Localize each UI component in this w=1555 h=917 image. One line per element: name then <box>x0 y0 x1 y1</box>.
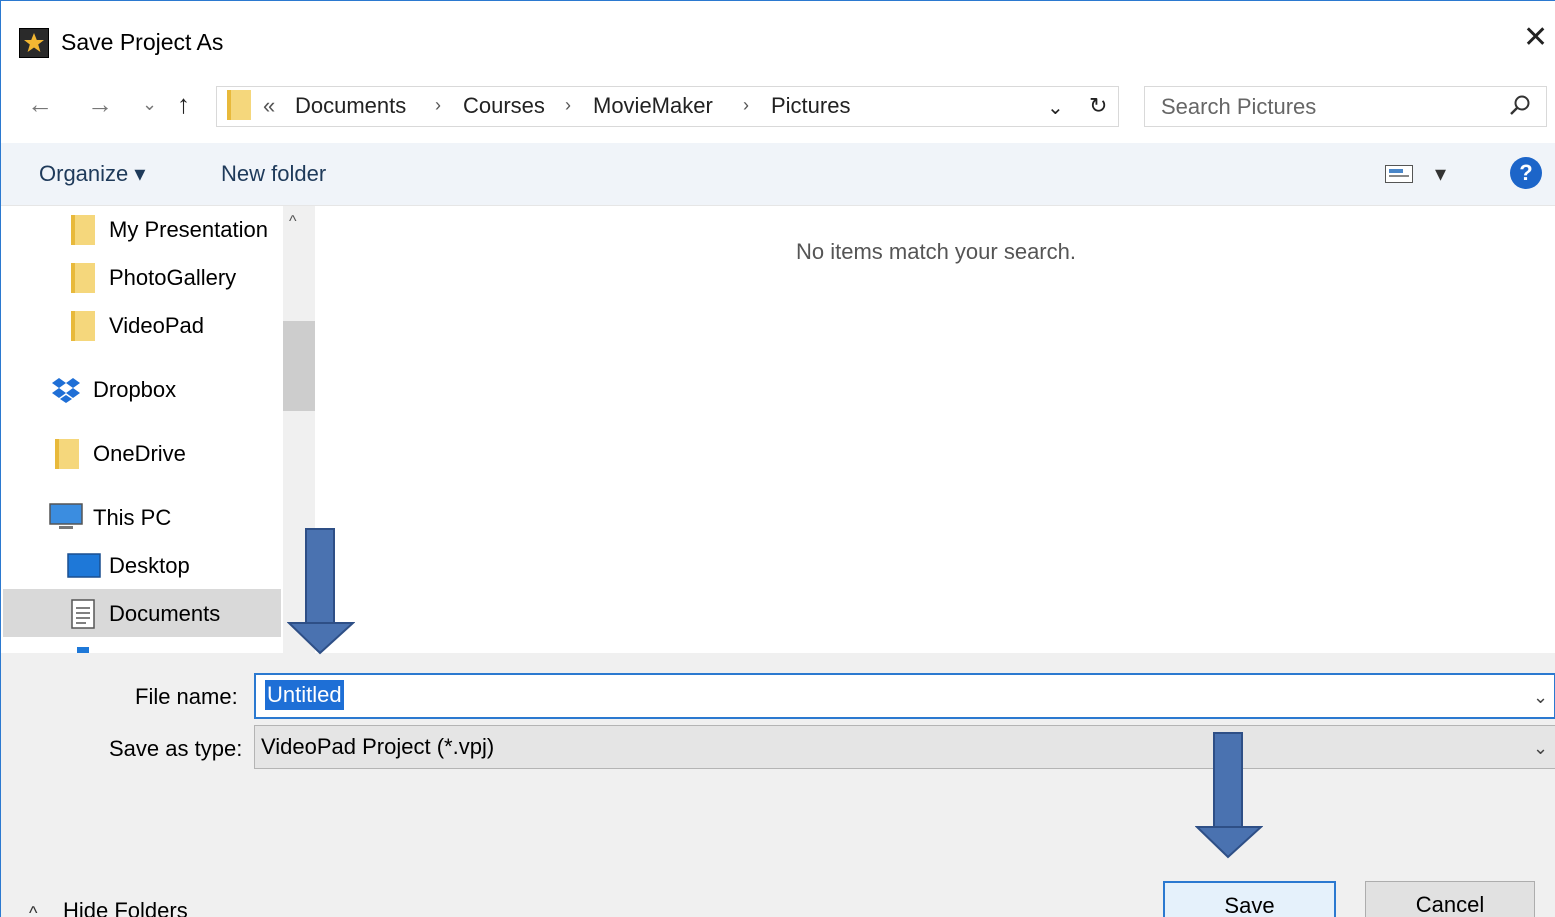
help-icon[interactable]: ? <box>1510 157 1542 189</box>
save-as-type-dropdown-icon[interactable]: ⌄ <box>1533 738 1548 759</box>
hide-folders-chevron-icon[interactable]: ^ <box>29 903 37 917</box>
sidebar-item-this-pc[interactable]: This PC <box>93 505 171 531</box>
sidebar-item-my-presentation[interactable]: My Presentation <box>109 217 268 243</box>
breadcrumb-documents[interactable]: Documents <box>295 93 406 119</box>
folder-icon <box>55 439 79 469</box>
folder-icon <box>71 215 95 245</box>
scrollbar-thumb[interactable] <box>283 321 315 411</box>
recent-locations-chevron-icon[interactable]: ⌄ <box>142 95 157 113</box>
folder-icon <box>227 90 251 120</box>
annotation-arrow-icon <box>1195 732 1263 859</box>
search-placeholder: Search Pictures <box>1161 94 1317 119</box>
view-options-dropdown-icon[interactable]: ▾ <box>1435 161 1446 187</box>
back-arrow-icon[interactable]: ← <box>27 91 53 117</box>
sidebar-item-photogallery[interactable]: PhotoGallery <box>109 265 236 291</box>
computer-icon <box>49 503 83 529</box>
app-star-icon <box>19 28 49 58</box>
sidebar-item-videopad[interactable]: VideoPad <box>109 313 204 339</box>
save-dialog: Save Project As ✕ ← → ⌄ ↑ « Documents › … <box>0 0 1555 917</box>
file-name-input[interactable] <box>254 673 1555 719</box>
folder-icon <box>71 311 95 341</box>
breadcrumb-moviemaker[interactable]: MovieMaker <box>593 93 713 119</box>
organize-button[interactable]: Organize ▾ <box>39 161 145 187</box>
file-name-value[interactable]: Untitled <box>265 680 344 710</box>
cancel-button[interactable]: Cancel <box>1365 881 1535 917</box>
save-as-type-label: Save as type: <box>109 736 243 761</box>
sidebar-item-desktop[interactable]: Desktop <box>109 553 190 579</box>
sidebar-item-onedrive[interactable]: OneDrive <box>93 441 186 467</box>
breadcrumb-courses[interactable]: Courses <box>463 93 545 119</box>
refresh-icon[interactable]: ↻ <box>1089 93 1107 119</box>
file-name-dropdown-icon[interactable]: ⌄ <box>1533 687 1548 708</box>
close-icon[interactable]: ✕ <box>1523 23 1548 53</box>
dropbox-icon <box>52 378 80 403</box>
change-view-icon[interactable] <box>1385 165 1413 183</box>
title-bar <box>1 1 1555 83</box>
sidebar-item-dropbox[interactable]: Dropbox <box>93 377 176 403</box>
scroll-up-icon[interactable]: ^ <box>289 213 297 231</box>
hide-folders-button[interactable]: Hide Folders <box>63 898 188 917</box>
empty-list-message: No items match your search. <box>796 239 1076 264</box>
up-arrow-icon[interactable]: ↑ <box>177 91 190 117</box>
breadcrumb-separator-icon[interactable]: › <box>565 95 571 116</box>
forward-arrow-icon[interactable]: → <box>87 91 113 117</box>
save-as-type-value[interactable]: VideoPad Project (*.vpj) <box>261 734 494 760</box>
file-name-label: File name: <box>135 684 238 709</box>
breadcrumb-separator-icon[interactable]: › <box>743 95 749 116</box>
new-folder-button[interactable]: New folder <box>221 161 326 187</box>
file-list-area[interactable] <box>321 206 1555 653</box>
search-icon[interactable] <box>1509 94 1531 116</box>
folder-icon <box>71 263 95 293</box>
breadcrumb-overflow[interactable]: « <box>263 93 275 119</box>
window-title: Save Project As <box>61 29 224 55</box>
breadcrumb-separator-icon[interactable]: › <box>435 95 441 116</box>
annotation-arrow-icon <box>287 528 355 655</box>
save-button[interactable]: Save <box>1163 881 1336 917</box>
desktop-icon <box>67 553 101 578</box>
address-dropdown-icon[interactable]: ⌄ <box>1047 95 1064 120</box>
documents-icon <box>71 599 95 629</box>
breadcrumb-pictures[interactable]: Pictures <box>771 93 850 119</box>
sidebar-item-documents[interactable]: Documents <box>109 601 220 627</box>
